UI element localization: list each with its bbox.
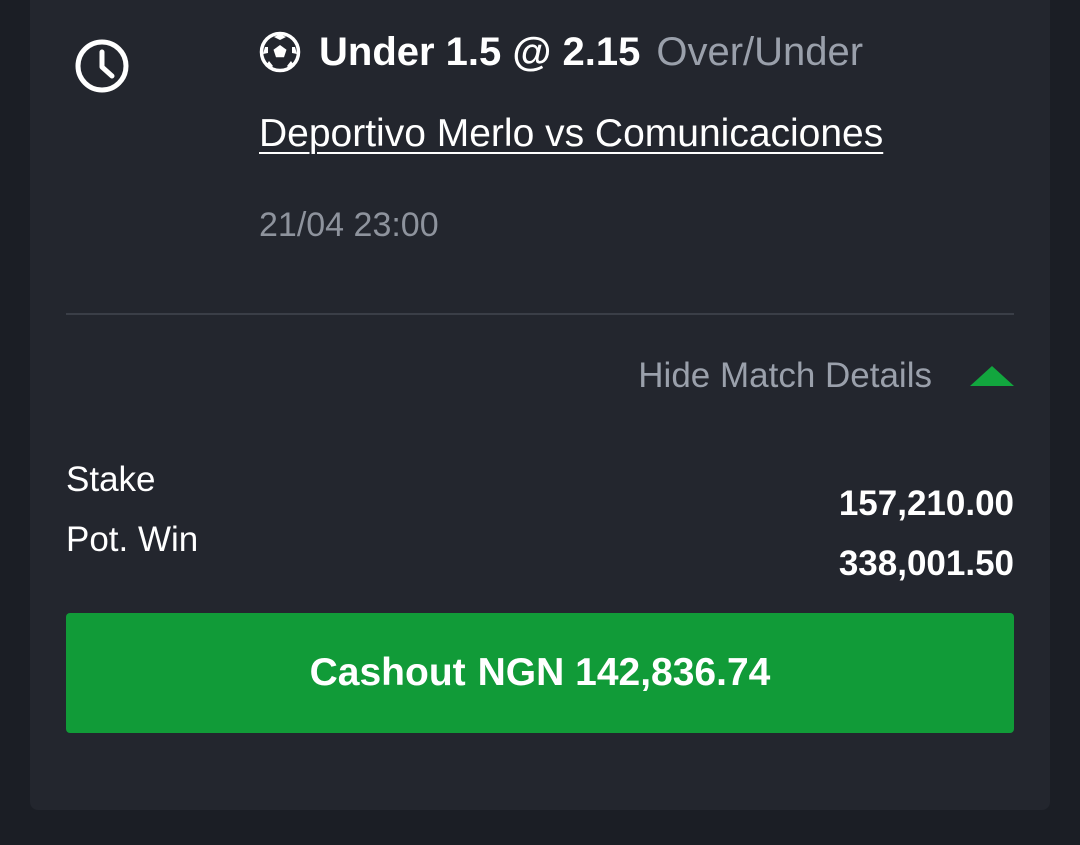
selection-row: Under 1.5 @ 2.15 Over/Under <box>259 26 863 78</box>
stake-label: Stake <box>66 460 156 499</box>
match-link[interactable]: Deportivo Merlo vs Comunicaciones <box>259 112 883 156</box>
hide-match-details-label: Hide Match Details <box>638 356 932 395</box>
match-datetime: 21/04 23:00 <box>259 206 439 244</box>
divider <box>66 313 1014 315</box>
triangle-up-icon <box>970 366 1014 386</box>
cashout-button[interactable]: Cashout NGN 142,836.74 <box>66 613 1014 733</box>
stake-value: 157,210.00 <box>838 484 1014 523</box>
pot-win-label: Pot. Win <box>66 520 199 559</box>
selection-pick: Under 1.5 @ 2.15 <box>319 29 641 74</box>
pot-win-value: 338,001.50 <box>838 544 1014 583</box>
clock-icon <box>75 39 129 93</box>
hide-match-details-toggle[interactable]: Hide Match Details <box>638 352 1014 400</box>
soccer-ball-icon <box>259 31 301 73</box>
cashout-label: Cashout <box>309 651 466 694</box>
cashout-amount: NGN 142,836.74 <box>477 651 771 694</box>
market-name: Over/Under <box>656 29 864 74</box>
